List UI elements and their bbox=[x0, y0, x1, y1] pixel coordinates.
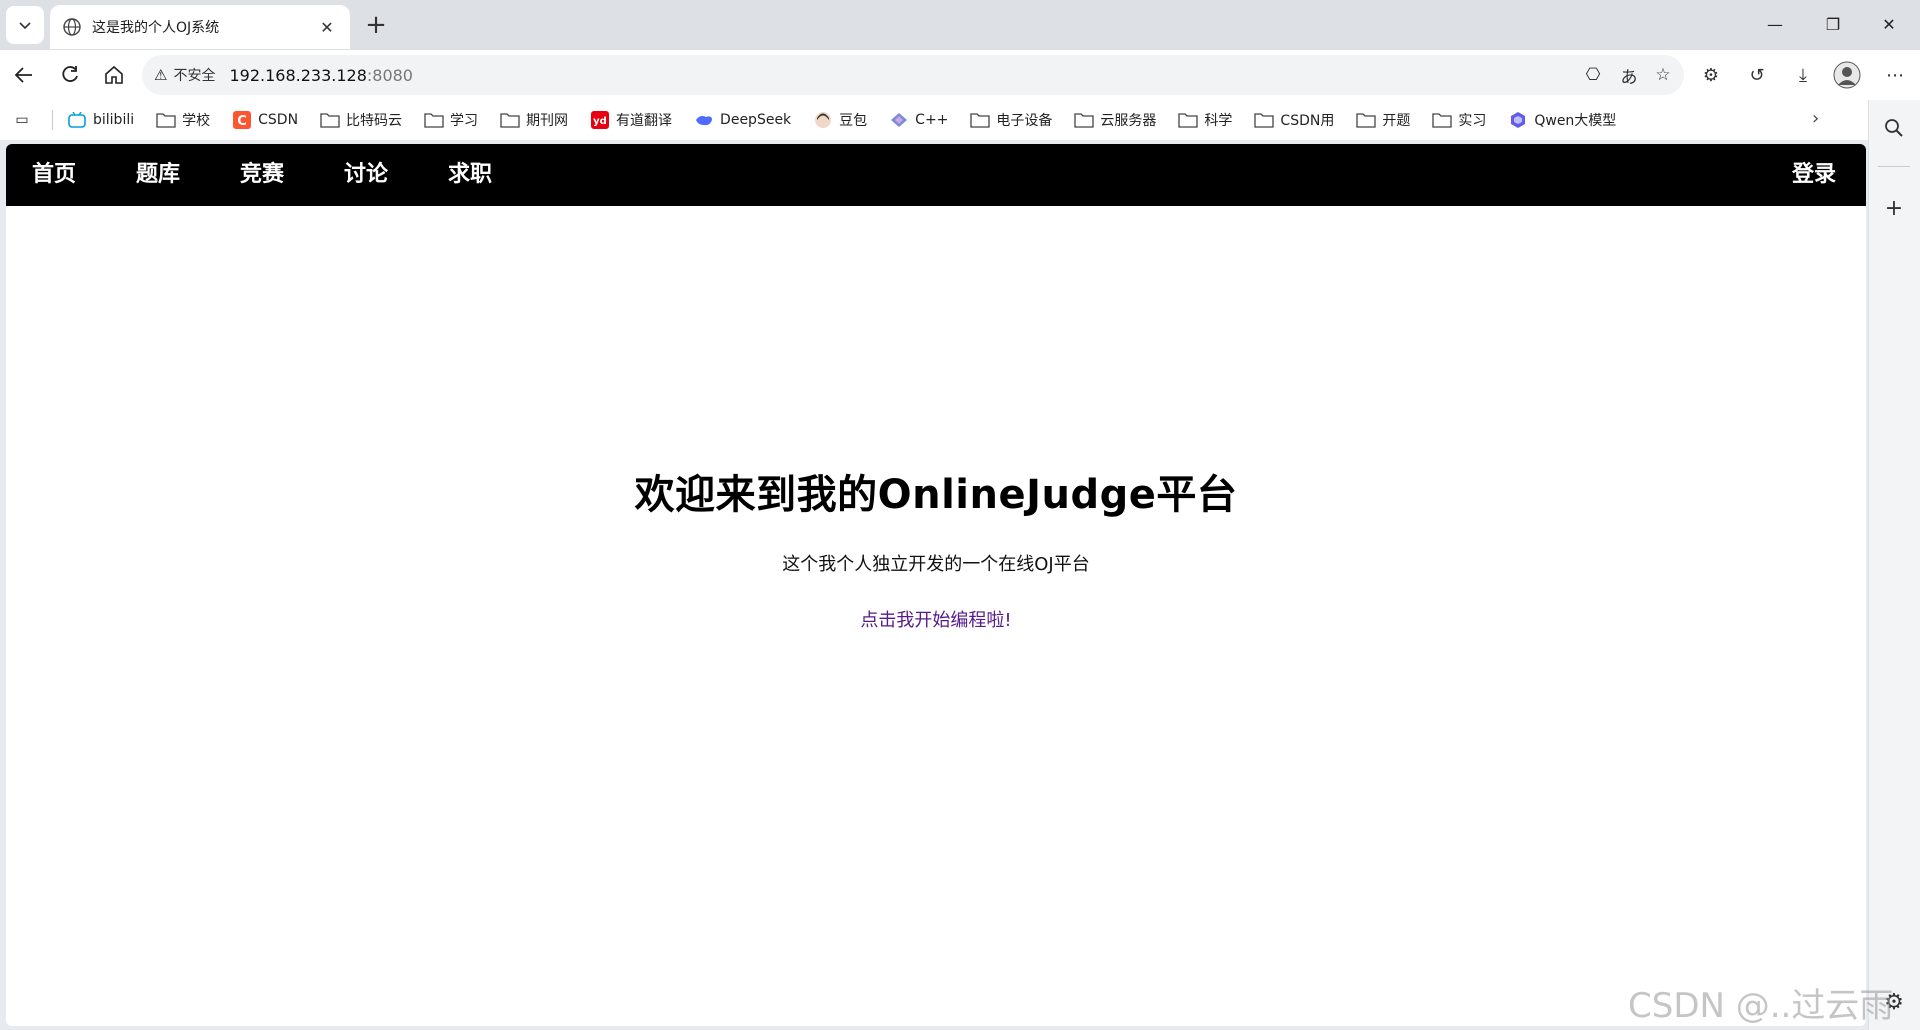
csdn-icon: C bbox=[232, 111, 252, 129]
chevron-down-icon bbox=[19, 22, 31, 30]
youdao-icon: yd bbox=[590, 111, 610, 129]
favorite-star-icon[interactable]: ☆ bbox=[1648, 60, 1678, 90]
qwen-icon bbox=[1508, 111, 1528, 129]
bookmark-qwen[interactable]: Qwen大模型 bbox=[1508, 110, 1616, 130]
folder-icon bbox=[1178, 111, 1199, 129]
bookmark-doubao[interactable]: 豆包 bbox=[813, 110, 867, 130]
bookmark-deepseek[interactable]: DeepSeek bbox=[694, 111, 791, 129]
bookmark-folder-proposal[interactable]: 开题 bbox=[1356, 110, 1410, 130]
back-button[interactable] bbox=[6, 57, 42, 93]
nav-contest[interactable]: 竞赛 bbox=[240, 144, 284, 206]
sidebar-divider bbox=[1878, 166, 1910, 167]
globe-icon bbox=[63, 18, 81, 36]
reload-icon bbox=[62, 66, 78, 82]
bookmark-csdn[interactable]: C CSDN bbox=[232, 111, 298, 129]
profile-avatar[interactable] bbox=[1830, 58, 1864, 92]
bookmark-folder-science[interactable]: 科学 bbox=[1178, 110, 1232, 130]
page-subtitle: 这个我个人独立开发的一个在线OJ平台 bbox=[782, 554, 1090, 575]
url-port: :8080 bbox=[366, 65, 413, 85]
tab-actions-menu-button[interactable] bbox=[6, 6, 44, 44]
folder-icon bbox=[1074, 111, 1095, 129]
chevron-right-icon[interactable]: › bbox=[1812, 108, 1819, 129]
folder-icon bbox=[500, 111, 520, 129]
close-tab-icon[interactable]: ✕ bbox=[316, 16, 338, 38]
more-options-icon[interactable]: ⋯ bbox=[1878, 58, 1912, 92]
bookmark-youdao[interactable]: yd 有道翻译 bbox=[590, 110, 672, 130]
history-icon[interactable]: ↺ bbox=[1740, 58, 1774, 92]
download-icon[interactable]: ⤓ bbox=[1786, 58, 1820, 92]
add-icon[interactable]: + bbox=[1876, 190, 1912, 226]
bookmark-folder-bitcloud[interactable]: 比特码云 bbox=[320, 110, 402, 130]
bilibili-icon bbox=[67, 111, 87, 129]
bookmark-folder-study[interactable]: 学习 bbox=[424, 110, 478, 130]
bookmark-folder-devices[interactable]: 电子设备 bbox=[970, 110, 1052, 130]
home-button[interactable] bbox=[96, 57, 132, 93]
start-coding-link[interactable]: 点击我开始编程啦! bbox=[860, 606, 1011, 632]
csdn-watermark: CSDN @..过云雨 bbox=[1628, 986, 1894, 1026]
nav-discuss[interactable]: 讨论 bbox=[344, 144, 388, 206]
nav-login[interactable]: 登录 bbox=[1792, 144, 1836, 206]
page-viewport: 首页 题库 竞赛 讨论 求职 登录 欢迎来到我的OnlineJudge平台 这个… bbox=[6, 144, 1866, 1026]
address-bar[interactable]: ⚠ 不安全 192.168.233.128 :8080 bbox=[142, 55, 1684, 95]
bookmark-folder-school[interactable]: 学校 bbox=[156, 110, 210, 130]
extensions-icon[interactable]: ⚙ bbox=[1694, 58, 1728, 92]
svg-text:yd: yd bbox=[593, 116, 607, 127]
search-icon[interactable] bbox=[1876, 110, 1912, 146]
folder-icon bbox=[970, 111, 991, 129]
security-label[interactable]: 不安全 bbox=[173, 65, 215, 85]
arrow-left-icon bbox=[14, 67, 32, 83]
folder-icon bbox=[424, 111, 444, 129]
nav-problems[interactable]: 题库 bbox=[136, 144, 180, 206]
reload-button[interactable] bbox=[52, 57, 88, 93]
folder-icon bbox=[156, 111, 176, 129]
close-window-button[interactable]: ✕ bbox=[1866, 8, 1912, 40]
bookmark-cpp[interactable]: C++ bbox=[889, 111, 948, 129]
edge-sidebar bbox=[1868, 100, 1920, 1030]
translate-icon[interactable]: あ bbox=[1614, 60, 1644, 90]
site-navbar: 首页 题库 竞赛 讨论 求职 登录 bbox=[6, 144, 1866, 206]
bookmark-folder-journal[interactable]: 期刊网 bbox=[500, 110, 568, 130]
home-icon bbox=[105, 65, 123, 84]
svg-text:C: C bbox=[237, 114, 247, 129]
active-tab[interactable]: 这是我的个人OJ系统 ✕ bbox=[50, 5, 350, 49]
new-tab-button[interactable]: + bbox=[360, 10, 392, 42]
tab-title: 这是我的个人OJ系统 bbox=[92, 20, 220, 36]
deepseek-icon bbox=[694, 111, 714, 129]
doubao-icon bbox=[813, 111, 833, 129]
tab-strip: 这是我的个人OJ系统 ✕ + — ❐ ✕ bbox=[0, 0, 1920, 50]
warning-icon[interactable]: ⚠ bbox=[154, 66, 167, 84]
bookmarks-manager-icon[interactable]: ▭ bbox=[12, 111, 38, 129]
hero-section: 欢迎来到我的OnlineJudge平台 这个我个人独立开发的一个在线OJ平台 点… bbox=[6, 462, 1866, 632]
avatar-icon bbox=[1833, 61, 1861, 89]
url-host: 192.168.233.128 bbox=[229, 65, 367, 85]
cpp-icon bbox=[889, 111, 909, 129]
bookmark-folder-csdn-use[interactable]: CSDN用 bbox=[1254, 110, 1334, 130]
nav-home[interactable]: 首页 bbox=[32, 144, 76, 206]
minimize-button[interactable]: — bbox=[1752, 8, 1798, 40]
browser-window: 这是我的个人OJ系统 ✕ + — ❐ ✕ ⚠ 不安全 192.168.233.1… bbox=[0, 0, 1920, 1030]
copilot-icon[interactable]: ⎔ bbox=[1578, 60, 1608, 90]
folder-icon bbox=[1432, 111, 1452, 129]
folder-icon bbox=[320, 111, 340, 129]
bookmark-folder-internship[interactable]: 实习 bbox=[1432, 110, 1486, 130]
page-title: 欢迎来到我的OnlineJudge平台 bbox=[634, 472, 1238, 518]
folder-icon bbox=[1254, 111, 1275, 129]
bookmark-bilibili[interactable]: bilibili bbox=[67, 111, 134, 129]
bookmarks-divider bbox=[52, 110, 53, 130]
bookmark-folder-cloud-server[interactable]: 云服务器 bbox=[1074, 110, 1156, 130]
bookmarks-bar: ▭ bilibili 学校 C CSDN 比特码云 学习 期刊网 yd 有道翻译… bbox=[0, 100, 1868, 140]
restore-button[interactable]: ❐ bbox=[1810, 8, 1856, 40]
nav-jobs[interactable]: 求职 bbox=[448, 144, 492, 206]
folder-icon bbox=[1356, 111, 1376, 129]
